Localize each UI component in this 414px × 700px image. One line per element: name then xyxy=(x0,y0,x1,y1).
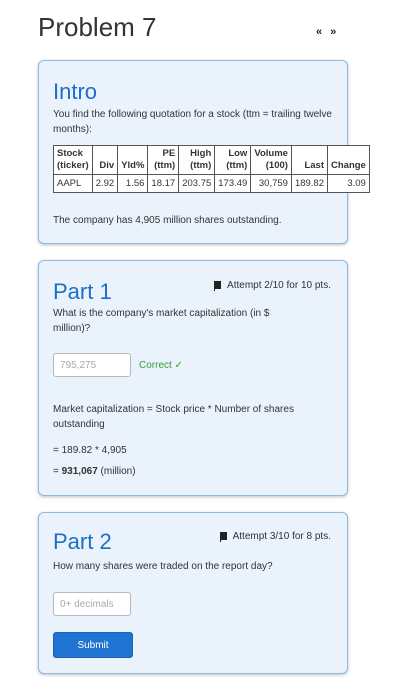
intro-text: You find the following quotation for a s… xyxy=(53,109,332,135)
page-title: Problem 7 xyxy=(38,12,157,42)
header-low: Low (ttm) xyxy=(214,145,252,175)
table-header-row: Stock (ticker) Div Yld% PE (ttm) High (ttm)… xyxy=(53,145,370,175)
part1-solution-result: = 931,067 (million) xyxy=(53,466,136,477)
header-yld: Yld% xyxy=(117,145,149,175)
part1-attempt: Attempt 2/10 for 10 pts. xyxy=(214,280,331,292)
cell-volume: 30,759 xyxy=(250,174,292,193)
cell-last: 189.82 xyxy=(290,174,329,193)
part2-title: Part 2 xyxy=(53,529,112,554)
header-div: Div xyxy=(91,145,119,175)
intro-card: Intro You find the following quotation f… xyxy=(38,60,370,244)
header-last: Last xyxy=(290,145,329,175)
part2-answer-input[interactable] xyxy=(53,592,131,616)
header-stock: Stock (ticker) xyxy=(53,145,93,175)
flag-icon[interactable] xyxy=(214,281,222,292)
quotation-table: Stock (ticker) Div Yld% PE (ttm) High (ttm)… xyxy=(53,145,370,193)
header-change: Change xyxy=(327,145,370,175)
intro-title: Intro xyxy=(53,79,98,104)
part2-card: Part 2 Attempt 3/10 for 8 pts. How many … xyxy=(38,512,348,674)
part1-question: What is the company's market capitalizat… xyxy=(53,308,270,334)
submit-button[interactable]: Submit xyxy=(53,632,133,658)
part1-solution-line1: Market capitalization = Stock price * Nu… xyxy=(53,404,294,430)
cell-low: 173.49 xyxy=(214,174,252,193)
part1-solution-line2: = 189.82 * 4,905 xyxy=(53,445,127,456)
table-row: AAPL 2.92 1.56 18.17 203.75 173.49 30,75… xyxy=(53,174,370,193)
prev-problem-icon[interactable]: « xyxy=(316,26,324,38)
next-problem-icon[interactable]: » xyxy=(330,26,338,38)
part1-answer-input[interactable] xyxy=(53,353,131,377)
header-high: High (ttm) xyxy=(178,145,216,175)
header-volume: Volume (100) xyxy=(250,145,292,175)
problem-nav: «» xyxy=(316,26,344,38)
header-pe: PE (ttm) xyxy=(147,145,180,175)
part2-attempt: Attempt 3/10 for 8 pts. xyxy=(219,531,331,543)
cell-pe: 18.17 xyxy=(147,174,180,193)
flag-icon[interactable] xyxy=(219,532,227,543)
cell-div: 2.92 xyxy=(91,174,119,193)
part2-question: How many shares were traded on the repor… xyxy=(53,561,273,572)
part1-result-unit: (million) xyxy=(97,466,136,477)
cell-yld: 1.56 xyxy=(117,174,149,193)
cell-ticker: AAPL xyxy=(53,174,93,193)
part1-title: Part 1 xyxy=(53,279,112,304)
shares-outstanding-note: The company has 4,905 million shares out… xyxy=(53,215,282,226)
part1-feedback: Correct ✓ xyxy=(139,360,183,371)
part1-card: Part 1 Attempt 2/10 for 10 pts. What is … xyxy=(38,260,348,496)
cell-high: 203.75 xyxy=(178,174,216,193)
part1-result-value: 931,067 xyxy=(61,466,98,477)
cell-change: 3.09 xyxy=(327,174,370,193)
